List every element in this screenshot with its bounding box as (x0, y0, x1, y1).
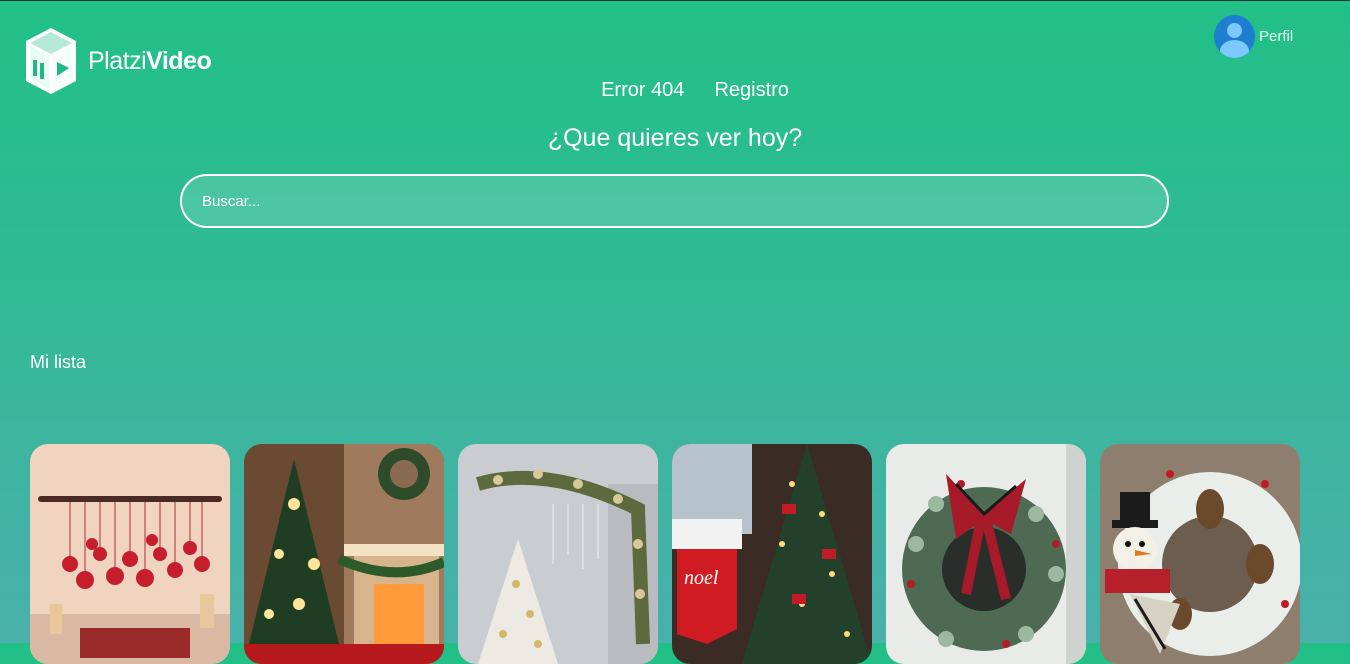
profile-label: Perfil (1259, 28, 1294, 45)
search-input[interactable] (180, 174, 1169, 228)
top-border (0, 0, 1350, 1)
christmas-tree-fireplace-image (244, 444, 444, 664)
svg-text:noel: noel (684, 567, 719, 589)
user-avatar-icon (1214, 15, 1255, 58)
my-list-title: Mi lista (30, 352, 87, 372)
hero-title: ¿Que quieres ver hoy? (547, 124, 803, 152)
profile-menu[interactable]: Perfil (1214, 15, 1293, 58)
list-item[interactable] (886, 444, 1086, 664)
list-item[interactable] (244, 444, 444, 664)
my-list-carousel: noel (30, 444, 1300, 664)
list-item[interactable] (1100, 444, 1300, 664)
main-nav: Error 404 Registro (0, 79, 1350, 102)
logo-text: PlatziVideo (88, 46, 212, 75)
snowman-wreath-image (1100, 444, 1300, 664)
plaid-wreath-image (886, 444, 1086, 664)
nav-link-registro[interactable]: Registro (714, 79, 788, 102)
red-ornaments-image (30, 444, 230, 664)
list-item[interactable] (30, 444, 230, 664)
white-christmas-tree-image (458, 444, 658, 664)
nav-link-error-404[interactable]: Error 404 (601, 79, 684, 102)
list-item[interactable] (458, 444, 658, 664)
list-item[interactable]: noel (672, 444, 872, 664)
christmas-tree-noel-image: noel (672, 444, 872, 664)
